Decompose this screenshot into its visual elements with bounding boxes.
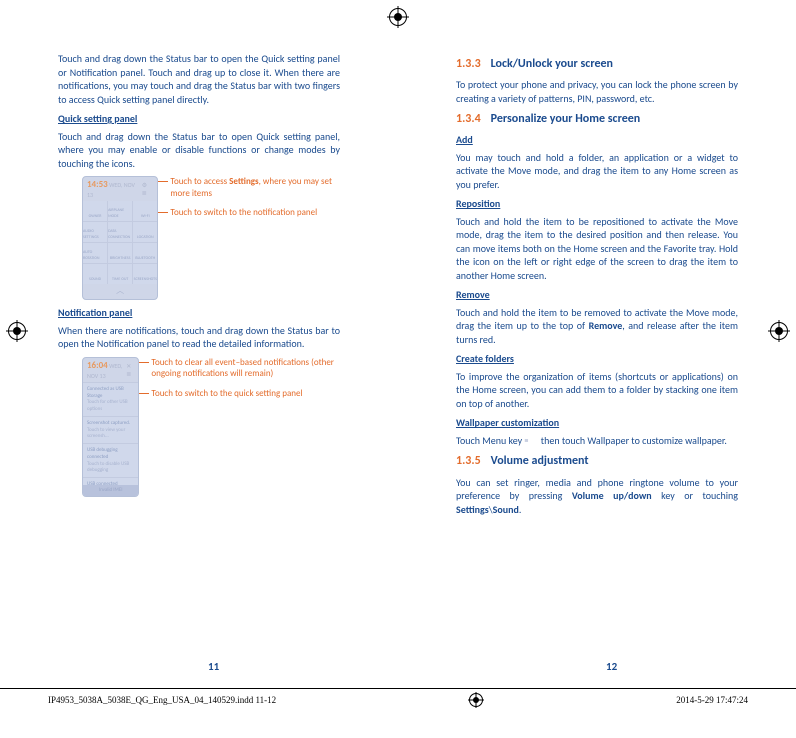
intro-text: Touch and drag down the Status bar to op… <box>58 52 340 106</box>
page-columns: Touch and drag down the Status bar to op… <box>0 0 796 640</box>
quick-setting-body: Touch and drag down the Status bar to op… <box>58 130 340 171</box>
footer-filename: IP4953_5038A_5038E_QG_Eng_USA_04_140529.… <box>48 694 276 706</box>
quick-setting-heading: Quick setting panel <box>58 112 340 126</box>
section-1-3-5: 1.3.5Volume adjustment <box>456 453 738 469</box>
chevron-up-icon: ︿ <box>83 284 157 299</box>
volume-body: You can set ringer, media and phone ring… <box>456 476 738 517</box>
notification-panel-body: When there are notifications, touch and … <box>58 324 340 351</box>
figure-callouts: Touch to clear all event–based notificat… <box>139 357 340 497</box>
remove-heading: Remove <box>456 288 738 302</box>
footer-timestamp: 2014-5-29 17:47:24 <box>676 694 748 706</box>
registration-mark-icon <box>389 8 407 26</box>
phone-mock-quick-settings: 14:53 WED, NOV 13 ⚙ ≣ OWNERAIRPLANE MODE… <box>82 176 158 300</box>
create-folders-heading: Create folders <box>456 352 738 366</box>
notification-figure: 16:04 WED, NOV 13 ✕ ≣ Connected as USB S… <box>82 357 340 497</box>
lock-unlock-body: To protect your phone and privacy, you c… <box>456 78 738 105</box>
callout-settings: Touch to access Settings, where you may … <box>170 176 340 199</box>
callout-switch-panel: Touch to switch to the notification pane… <box>170 207 340 219</box>
clear-icon: ✕ ≣ <box>126 362 134 378</box>
remove-body: Touch and hold the item to be removed to… <box>456 306 738 347</box>
notification-panel-heading: Notification panel <box>58 306 340 320</box>
wallpaper-heading: Wallpaper customization <box>456 416 738 430</box>
page-number-left: 11 <box>208 660 219 675</box>
create-folders-body: To improve the organization of items (sh… <box>456 370 738 411</box>
quick-settings-grid: OWNERAIRPLANE MODEWI-FI AUDIO SETTINGSDA… <box>83 201 157 284</box>
figure-callouts: Touch to access Settings, where you may … <box>158 176 340 300</box>
add-body: You may touch and hold a folder, an appl… <box>456 151 738 192</box>
right-column: 1.3.3Lock/Unlock your screen To protect … <box>398 52 796 640</box>
registration-mark-icon <box>770 322 788 340</box>
menu-key-icon: ≡ <box>524 439 538 443</box>
wallpaper-body: Touch Menu key ≡ then touch Wallpaper to… <box>456 434 738 448</box>
registration-mark-icon <box>8 322 26 340</box>
quick-setting-figure: 14:53 WED, NOV 13 ⚙ ≣ OWNERAIRPLANE MODE… <box>82 176 340 300</box>
left-column: Touch and drag down the Status bar to op… <box>0 52 398 640</box>
registration-mark-icon <box>469 693 483 707</box>
phone-mock-notifications: 16:04 WED, NOV 13 ✕ ≣ Connected as USB S… <box>82 357 139 497</box>
section-1-3-3: 1.3.3Lock/Unlock your screen <box>456 56 738 72</box>
reposition-heading: Reposition <box>456 197 738 211</box>
add-heading: Add <box>456 133 738 147</box>
callout-clear: Touch to clear all event–based notificat… <box>151 357 340 380</box>
section-1-3-4: 1.3.4Personalize your Home screen <box>456 111 738 127</box>
reposition-body: Touch and hold the item to be reposition… <box>456 215 738 283</box>
print-footer: IP4953_5038A_5038E_QG_Eng_USA_04_140529.… <box>0 688 796 707</box>
page-number-right: 12 <box>606 660 617 675</box>
settings-icon: ⚙ ≣ <box>142 181 154 197</box>
callout-switch-quick: Touch to switch to the quick setting pan… <box>151 388 340 400</box>
